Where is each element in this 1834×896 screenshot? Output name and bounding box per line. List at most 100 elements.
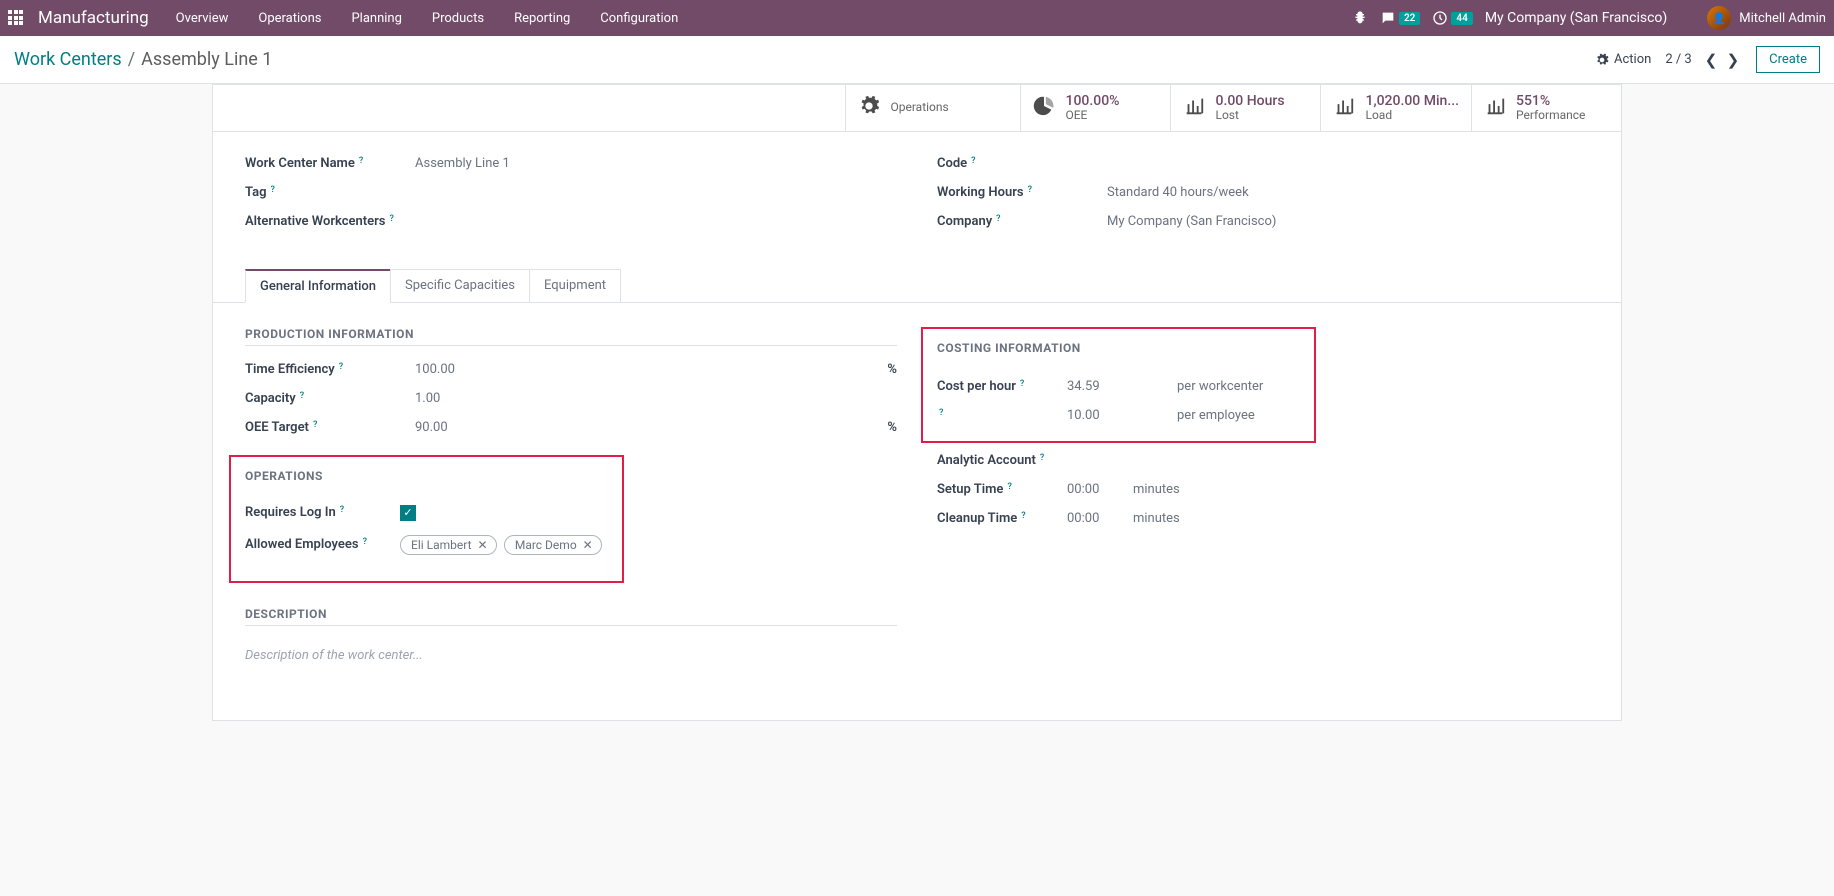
name-value[interactable]: Assembly Line 1 <box>415 156 897 171</box>
messages-icon[interactable]: 22 <box>1380 10 1420 26</box>
nav-planning[interactable]: Planning <box>338 11 414 26</box>
user-name: Mitchell Admin <box>1739 11 1826 26</box>
stat-oee[interactable]: 100.00% OEE <box>1020 85 1170 131</box>
cph-label: Cost per hour? <box>937 379 1067 394</box>
name-label: Work Center Name? <box>245 156 415 171</box>
remove-emp1-icon[interactable]: ✕ <box>478 538 488 552</box>
action-dropdown[interactable]: Action <box>1595 52 1651 67</box>
nav-reporting[interactable]: Reporting <box>501 11 583 26</box>
operations-highlight: OPERATIONS Requires Log In? ✓ Allowed Em… <box>229 455 624 583</box>
setup-label: Setup Time? <box>937 482 1067 497</box>
bar-chart-icon <box>1333 95 1355 121</box>
nav-products[interactable]: Products <box>419 11 497 26</box>
stat-perf-value: 551% <box>1516 93 1585 109</box>
apps-icon[interactable] <box>8 10 24 26</box>
eff-value[interactable]: 100.00 <box>415 362 887 377</box>
cph-note: per workcenter <box>1177 379 1263 394</box>
cap-value[interactable]: 1.00 <box>415 391 897 406</box>
messages-badge: 22 <box>1399 12 1420 25</box>
emp-tag-2: Marc Demo✕ <box>504 535 602 555</box>
pager-next[interactable]: ❯ <box>1724 51 1743 69</box>
company-label: Company? <box>937 214 1107 229</box>
code-label: Code? <box>937 156 1107 171</box>
tabs: General Information Specific Capacities … <box>213 269 1621 303</box>
costing-highlight: COSTING INFORMATION Cost per hour? 34.59… <box>921 327 1316 443</box>
emp-tags[interactable]: Eli Lambert✕ Marc Demo✕ <box>400 535 608 555</box>
tag-label: Tag? <box>245 185 415 200</box>
avatar: 👤 <box>1707 6 1731 30</box>
emp-label: Allowed Employees? <box>245 537 400 552</box>
tab-general-info[interactable]: General Information <box>245 269 391 303</box>
oee-target-label: OEE Target? <box>245 420 415 435</box>
tab-specific-capacities[interactable]: Specific Capacities <box>390 269 530 303</box>
oee-target-value[interactable]: 90.00 <box>415 420 887 435</box>
hours-value[interactable]: Standard 40 hours/week <box>1107 185 1589 200</box>
form-sheet: Operations 100.00% OEE 0.00 Hours Lost <box>212 84 1622 721</box>
remove-emp2-icon[interactable]: ✕ <box>583 538 593 552</box>
pe-value[interactable]: 10.00 <box>1067 408 1147 423</box>
stat-oee-value: 100.00% <box>1065 93 1119 109</box>
login-label: Requires Log In? <box>245 505 400 520</box>
setup-unit: minutes <box>1133 482 1180 497</box>
user-menu[interactable]: 👤 Mitchell Admin <box>1707 6 1826 30</box>
stat-perf-label: Performance <box>1516 109 1585 123</box>
nav-operations[interactable]: Operations <box>245 11 334 26</box>
activities-badge: 44 <box>1451 12 1472 25</box>
operations-heading: OPERATIONS <box>245 469 608 487</box>
pe-note: per employee <box>1177 408 1255 423</box>
nav-configuration[interactable]: Configuration <box>587 11 691 26</box>
emp-tag-1: Eli Lambert✕ <box>400 535 497 555</box>
breadcrumb-current: Assembly Line 1 <box>141 49 272 70</box>
stat-operations-label: Operations <box>890 101 948 115</box>
nav-overview[interactable]: Overview <box>163 11 242 26</box>
gear-icon <box>1595 53 1609 67</box>
stat-bar: Operations 100.00% OEE 0.00 Hours Lost <box>213 85 1621 132</box>
oee-target-unit: % <box>887 420 897 435</box>
analytic-label: Analytic Account? <box>937 453 1067 468</box>
eff-label: Time Efficiency? <box>245 362 415 377</box>
eff-unit: % <box>887 362 897 377</box>
description-heading: DESCRIPTION <box>245 607 897 626</box>
stat-performance[interactable]: 551% Performance <box>1471 85 1621 131</box>
setup-value[interactable]: 00:00 <box>1067 482 1117 497</box>
costing-heading: COSTING INFORMATION <box>937 341 1300 359</box>
login-checkbox[interactable]: ✓ <box>400 505 416 521</box>
navbar-brand[interactable]: Manufacturing <box>38 8 159 28</box>
cleanup-value[interactable]: 00:00 <box>1067 511 1117 526</box>
stat-lost-value: 0.00 Hours <box>1215 93 1284 109</box>
pie-chart-icon <box>1033 95 1055 121</box>
stat-lost[interactable]: 0.00 Hours Lost <box>1170 85 1320 131</box>
company-selector[interactable]: My Company (San Francisco) <box>1485 10 1667 26</box>
action-label: Action <box>1614 52 1651 67</box>
pe-label: ? <box>937 408 1067 418</box>
stat-load-value: 1,020.00 Min... <box>1365 93 1459 109</box>
main-navbar: Manufacturing Overview Operations Planni… <box>0 0 1834 36</box>
debug-icon[interactable] <box>1352 10 1368 26</box>
control-panel: Work Centers / Assembly Line 1 Action 2 … <box>0 36 1834 84</box>
company-value[interactable]: My Company (San Francisco) <box>1107 214 1589 229</box>
stat-lost-label: Lost <box>1215 109 1284 123</box>
tab-equipment[interactable]: Equipment <box>529 269 621 303</box>
create-button[interactable]: Create <box>1756 46 1820 73</box>
activities-icon[interactable]: 44 <box>1432 10 1472 26</box>
stat-operations[interactable]: Operations <box>845 85 1020 131</box>
bar-chart-icon <box>1484 95 1506 121</box>
cleanup-label: Cleanup Time? <box>937 511 1067 526</box>
description-textarea[interactable] <box>245 642 897 684</box>
stat-load-label: Load <box>1365 109 1459 123</box>
pager-prev[interactable]: ❮ <box>1702 51 1721 69</box>
cap-label: Capacity? <box>245 391 415 406</box>
stat-oee-label: OEE <box>1065 109 1119 123</box>
hours-label: Working Hours? <box>937 185 1107 200</box>
breadcrumb-sep: / <box>128 49 135 70</box>
bar-chart-icon <box>1183 95 1205 121</box>
alt-label: Alternative Workcenters? <box>245 214 415 229</box>
breadcrumb-root[interactable]: Work Centers <box>14 49 122 70</box>
stat-load[interactable]: 1,020.00 Min... Load <box>1320 85 1471 131</box>
pager-text[interactable]: 2 / 3 <box>1665 52 1691 67</box>
cleanup-unit: minutes <box>1133 511 1180 526</box>
gear-icon <box>858 95 880 121</box>
cph-value[interactable]: 34.59 <box>1067 379 1147 394</box>
production-heading: PRODUCTION INFORMATION <box>245 327 897 346</box>
tools-icon[interactable] <box>1679 10 1695 26</box>
